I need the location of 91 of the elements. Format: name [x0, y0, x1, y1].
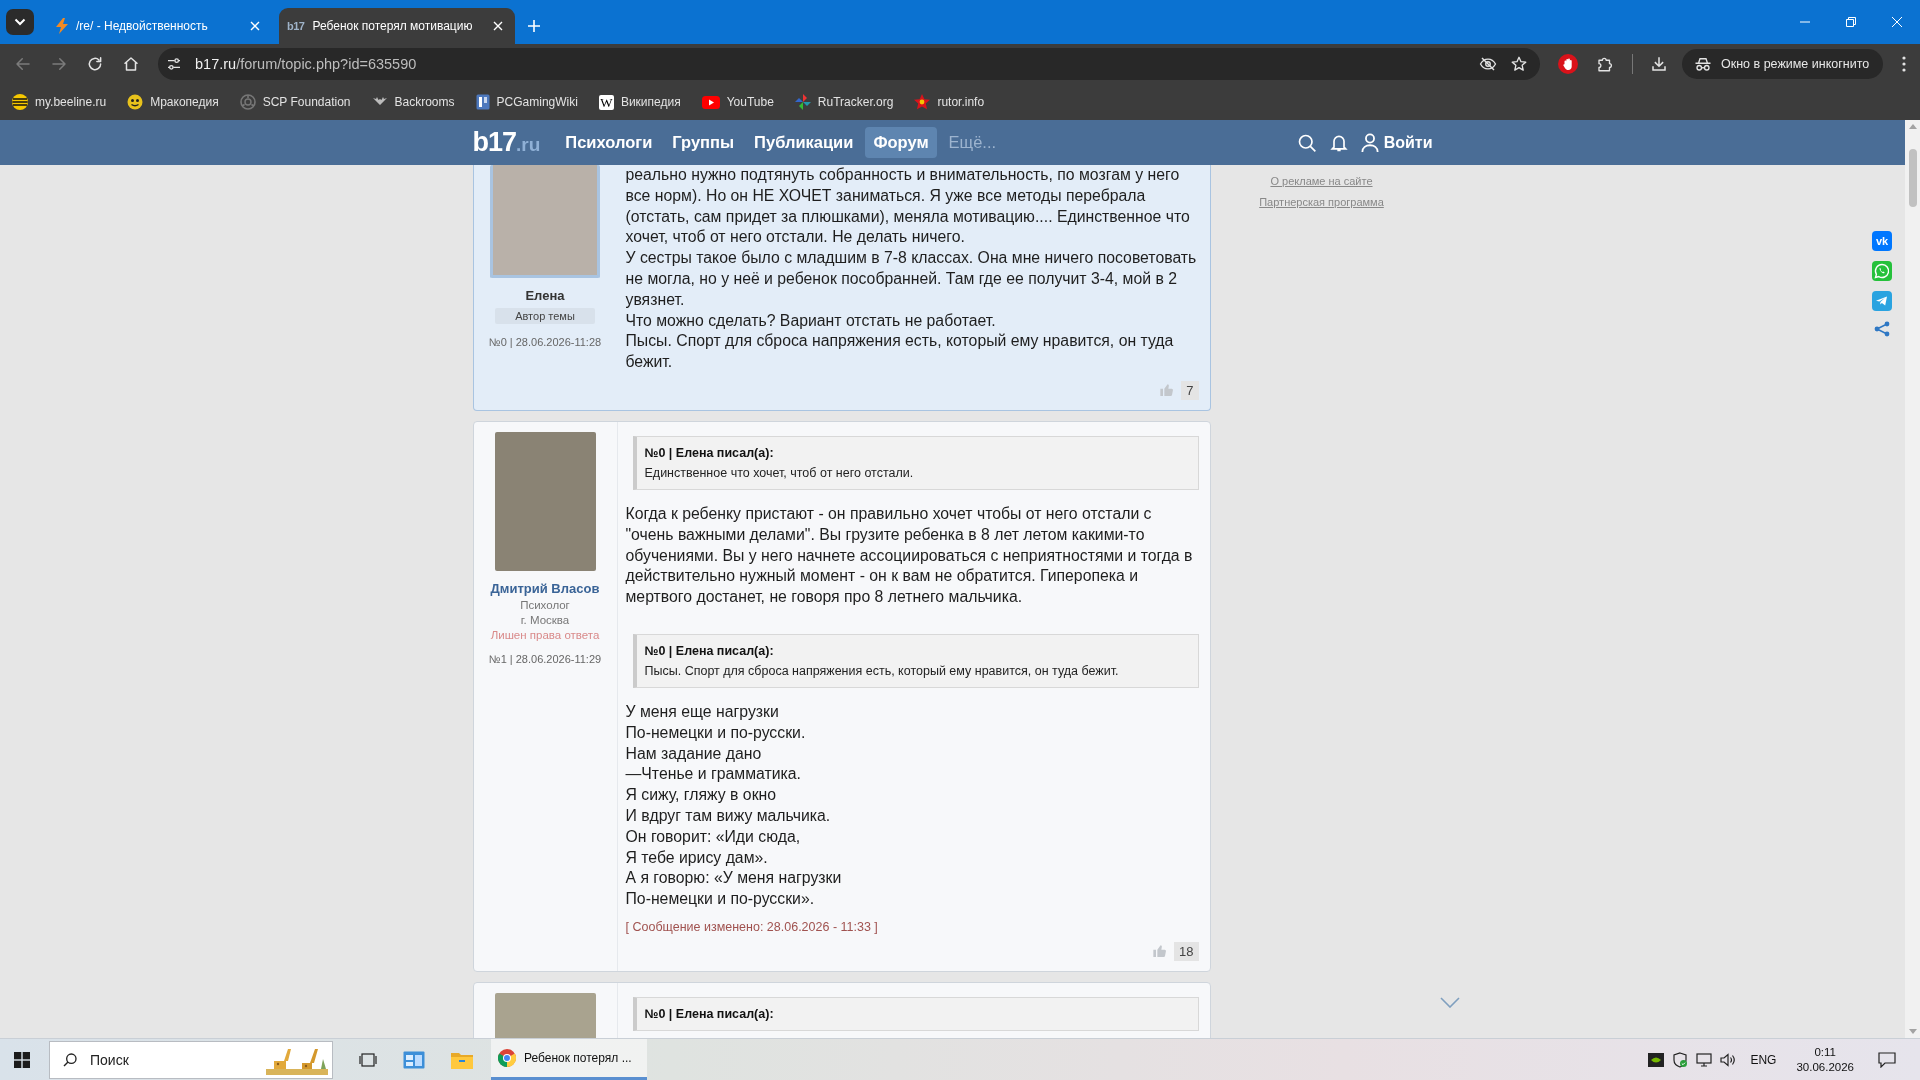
browser-icon — [498, 1049, 516, 1067]
close-icon[interactable] — [250, 21, 260, 31]
eye-square-icon[interactable] — [1648, 1052, 1665, 1067]
nav-link[interactable]: Психологи — [557, 127, 661, 158]
quote-header: №0 | Елена писал(а): — [644, 444, 774, 462]
restore-icon[interactable] — [1845, 16, 1857, 28]
like-count: 7 — [1181, 380, 1199, 400]
language-indicator[interactable]: ENG — [1750, 1052, 1777, 1067]
quote-text: Единственное что хочет, чтоб от него отстали. — [644, 464, 914, 482]
author-name: Елена — [525, 288, 565, 303]
bookmark[interactable]: W Википедия — [598, 94, 681, 110]
incognito-button[interactable]: Окно в режиме инкогнито — [1682, 49, 1884, 79]
incognito-icon — [1694, 56, 1712, 72]
browser-tab[interactable]: /re/ - Недвойственность — [44, 8, 272, 44]
login-button[interactable]: Войти — [1360, 132, 1433, 153]
striped-ball-icon — [12, 94, 28, 110]
share-icon[interactable] — [1874, 321, 1890, 337]
browser-tab[interactable]: b17 Ребенок потерял мотивацию — [279, 8, 515, 44]
task-view-icon[interactable] — [359, 1051, 377, 1068]
play-icon — [701, 95, 720, 109]
chevron-down-icon — [14, 18, 26, 26]
bookmark[interactable]: Backrooms — [371, 95, 455, 109]
post-text: Когда к ребенку пристают - он правильно хочет чтобы от него отстали с "очень важными делами". Вы грузите ребенка в 8 лет летом какими-то обучениями. Вы у него начнете ассоциироваться с неприятностями и тогда в действительно нужный момент - он к вам не обратится. Гиперопека и мертвого достанет, не говоря про 8 летнего мальчика. — [625, 503, 1194, 608]
scrollbar-track[interactable] — [1905, 120, 1920, 1038]
windows-logo-icon[interactable] — [14, 1051, 30, 1068]
home-icon[interactable] — [122, 55, 140, 73]
message-icon[interactable] — [1878, 1051, 1896, 1068]
bookmark[interactable]: Мракопедия — [127, 94, 219, 110]
search-bar[interactable]: Поиск — [49, 1040, 333, 1079]
clock[interactable]: 0:11 30.06.2026 — [1796, 1044, 1854, 1075]
star-icon[interactable] — [1510, 55, 1528, 73]
bookmark[interactable]: YouTube — [701, 95, 774, 109]
quote-text: Пысы. Спорт для сброса напряжения есть, который ему нравится, он туда бежит. — [644, 662, 1119, 680]
wings-icon — [371, 96, 388, 108]
bookmark[interactable]: RuTracker.org — [794, 94, 894, 110]
bookmark[interactable]: PCGamingWiki — [475, 94, 578, 110]
shield-icon[interactable] — [1672, 1051, 1689, 1068]
reload-icon[interactable] — [86, 55, 104, 73]
folder-icon[interactable] — [451, 1050, 473, 1069]
share-button[interactable]: vk — [1872, 231, 1892, 251]
pinwheel-icon — [794, 94, 811, 110]
thumbs-up-icon[interactable] — [1159, 382, 1176, 399]
search-input[interactable]: Поиск — [88, 1050, 212, 1069]
author-role: Психолог — [520, 598, 570, 611]
close-icon[interactable] — [1891, 16, 1903, 28]
author-badge: Автор темы — [495, 308, 595, 324]
kebab-menu-icon[interactable] — [1902, 56, 1907, 72]
bookmark[interactable]: my.beeline.ru — [12, 94, 107, 110]
quote-header: №0 | Елена писал(а): — [644, 642, 774, 660]
taskbar-window-button[interactable]: Ребенок потерял ... — [491, 1039, 647, 1080]
restriction-label: Лишен права ответа — [490, 628, 600, 641]
post-meta: №1 | 28.06.2026-11:29 — [488, 652, 602, 665]
post-text: реально нужно подтянуть собранность и внимательность, по мозгам у него все норм). Но он НЕ ХОЧЕТ заниматься. Я уже все методы перебрала (отстать, сам придет за плюшками), меняла мотивацию.... Единственное что хочет, чтоб от него отстали. Не делать ничего. У сестры такое было с младшим в 7-8 классах. Она мне ничего посоветовать не могла, но у неё и ребенок пособранней. Там где ее получит 3-4, мой в 2 увязнет. Что можно сделать? Вариант отстать не работает. Пысы. Спорт для сброса напряжения есть, который ему нравится, он туда бежит. — [625, 165, 1198, 373]
favicon-logo: b17 — [287, 20, 305, 32]
tab-search-button[interactable] — [6, 9, 34, 35]
quote-header: №0 | Елена писал(а): — [644, 1005, 774, 1023]
puzzle-icon[interactable] — [1596, 55, 1614, 73]
smiley-icon — [127, 94, 144, 110]
logo-tile: W — [598, 94, 614, 110]
paper-plane-icon[interactable] — [1872, 291, 1892, 311]
address-bar[interactable]: b17.ru/forum/topic.php?id=635590 — [158, 48, 1540, 80]
like-count: 18 — [1174, 941, 1199, 961]
circle-emblem-icon — [239, 94, 256, 110]
author-name[interactable]: Дмитрий Власов — [490, 580, 600, 596]
download-icon[interactable] — [1650, 55, 1668, 73]
close-icon[interactable] — [493, 21, 503, 31]
bookmark[interactable]: SCP Foundation — [239, 94, 351, 110]
star-icon — [914, 94, 931, 110]
edit-note: [ Сообщение изменено: 28.06.2026 - 11:33 ] — [625, 919, 878, 934]
tune-icon[interactable] — [166, 56, 182, 72]
search-icon[interactable] — [1296, 132, 1317, 153]
nav-link[interactable]: Форум — [865, 127, 937, 158]
lightning-icon — [56, 18, 68, 34]
eye-slash-icon[interactable] — [1479, 55, 1497, 73]
book-icon — [475, 94, 490, 110]
plus-icon[interactable] — [527, 19, 541, 33]
bookmark[interactable]: rutor.info — [914, 94, 985, 110]
post-meta: №0 | 28.06.2026-11:28 — [488, 336, 602, 348]
app-window-icon[interactable] — [403, 1050, 425, 1069]
search-icon — [62, 1051, 78, 1068]
site-logo[interactable]: b17.ru — [472, 127, 541, 158]
nav-link[interactable]: Публикации — [746, 127, 862, 158]
monitor-icon[interactable] — [1696, 1052, 1713, 1067]
thumbs-up-icon[interactable] — [1152, 943, 1169, 960]
scrollbar-thumb[interactable] — [1908, 149, 1917, 207]
post-text: У меня еще нагрузки По-немецки и по-русски. Нам задание дано —Чтенье и грамматика. Я сижу, гляжу в окно И вдруг там вижу мальчика. Он говорит: «Иди сюда, Я тебе ирису дам». А я говорю: «У меня нагрузки По-немецки и по-русски». — [625, 701, 843, 910]
hand-icon[interactable] — [1558, 54, 1578, 74]
nav-link[interactable]: Группы — [664, 127, 743, 158]
speaker-icon[interactable] — [1720, 1052, 1737, 1067]
user-icon — [1360, 132, 1379, 153]
author-city: г. Москва — [520, 613, 570, 626]
